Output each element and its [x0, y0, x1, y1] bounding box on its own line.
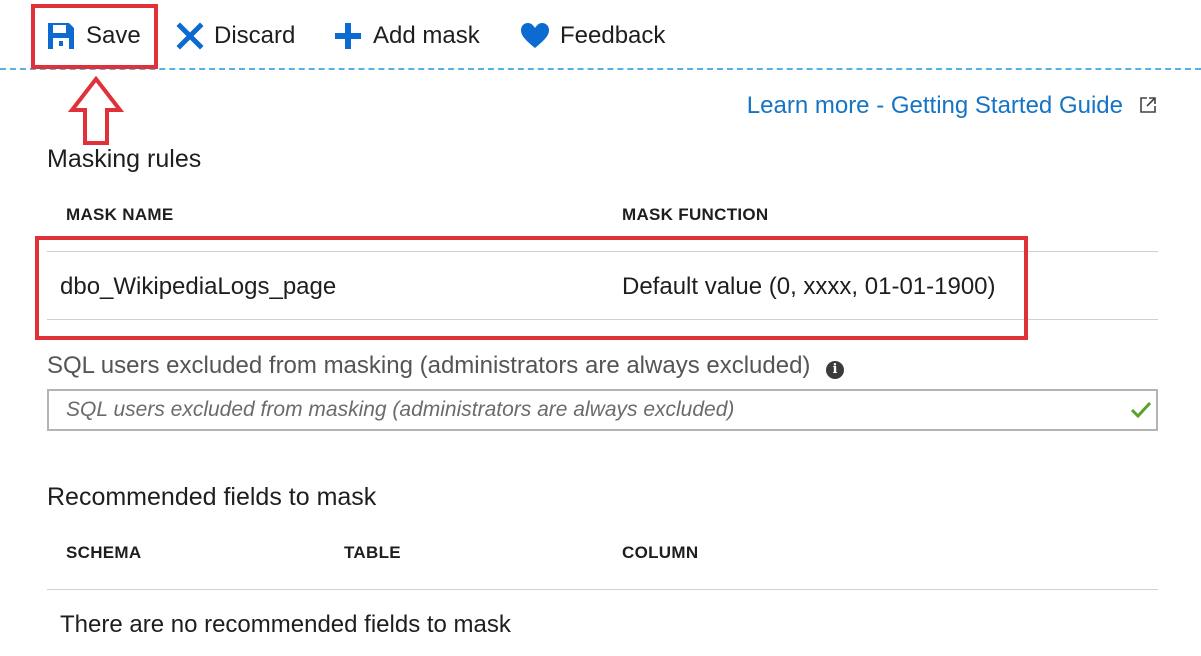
- discard-label: Discard: [214, 22, 296, 49]
- discard-button[interactable]: Discard: [176, 14, 295, 58]
- recommended-fields-title: Recommended fields to mask: [47, 483, 377, 511]
- toolbar-divider: [0, 68, 1201, 70]
- add-mask-button[interactable]: Add mask: [333, 14, 480, 58]
- feedback-button[interactable]: Feedback: [520, 14, 665, 58]
- close-icon: [176, 22, 204, 50]
- mask-rule-highlight-box: [35, 236, 1028, 340]
- excluded-users-label: SQL users excluded from masking (adminis…: [47, 352, 811, 379]
- learn-more-link[interactable]: Learn more - Getting Started Guide: [747, 92, 1123, 120]
- column-header-mask-function: MASK FUNCTION: [622, 205, 769, 224]
- column-header-column: COLUMN: [622, 543, 699, 562]
- info-icon[interactable]: i: [826, 361, 844, 379]
- column-header-schema: SCHEMA: [66, 543, 142, 562]
- masking-rules-title: Masking rules: [47, 145, 202, 173]
- checkmark-icon: [1130, 400, 1152, 425]
- column-header-table: TABLE: [344, 543, 401, 562]
- feedback-label: Feedback: [560, 22, 666, 49]
- heart-icon: [520, 22, 550, 50]
- column-header-mask-name: MASK NAME: [66, 205, 174, 224]
- external-link-icon[interactable]: [1139, 96, 1157, 119]
- empty-state-message: There are no recommended fields to mask: [60, 611, 511, 638]
- plus-icon: [333, 21, 363, 51]
- recommended-header-divider: [47, 589, 1158, 590]
- add-mask-label: Add mask: [373, 22, 480, 49]
- save-highlight-box: [31, 4, 158, 69]
- up-arrow-annotation: [67, 75, 125, 151]
- excluded-users-input[interactable]: [47, 389, 1158, 431]
